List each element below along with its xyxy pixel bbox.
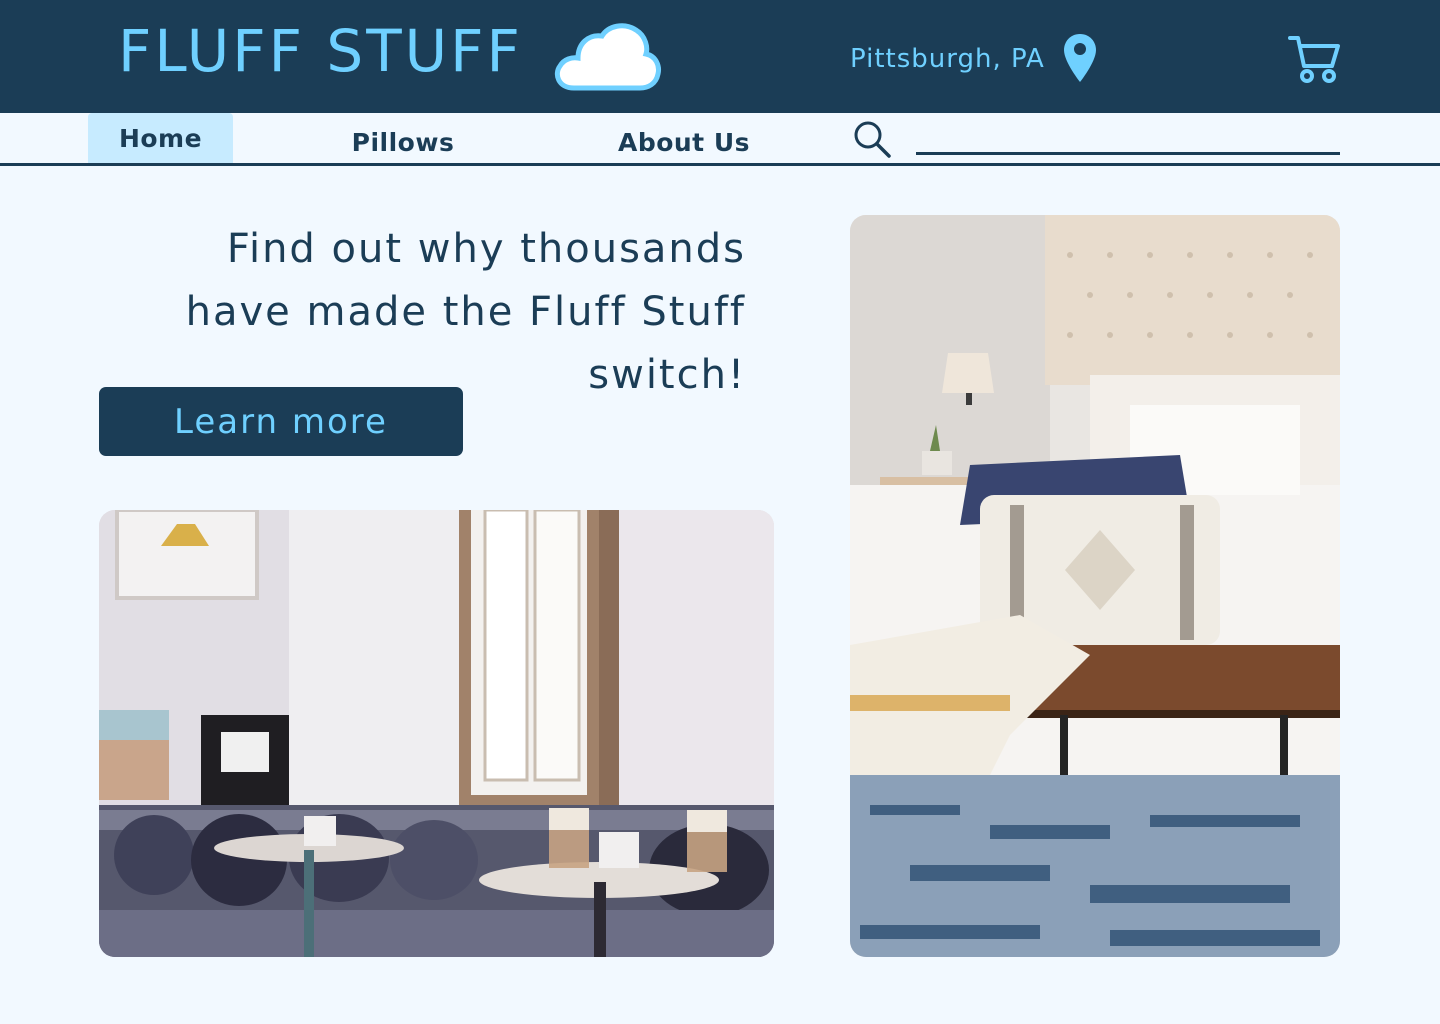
nav-tab-about-us[interactable]: About Us <box>600 117 768 167</box>
search-icon[interactable] <box>852 119 892 159</box>
top-header: FLUFF STUFF Pittsburgh, PA <box>0 0 1440 113</box>
location-label: Pittsburgh, PA <box>850 44 1045 74</box>
nav-tab-home[interactable]: Home <box>88 113 233 163</box>
cart-icon[interactable] <box>1286 32 1342 84</box>
cloud-icon <box>554 23 661 91</box>
nav-tab-pillows[interactable]: Pillows <box>330 117 476 167</box>
bedroom-photo <box>850 215 1340 957</box>
living-room-photo <box>99 510 774 957</box>
location-pin-icon[interactable] <box>1062 32 1098 84</box>
search-input[interactable] <box>916 121 1340 155</box>
learn-more-button[interactable]: Learn more <box>99 387 463 456</box>
brand-logo-text[interactable]: FLUFF STUFF <box>118 22 523 80</box>
hero-headline: Find out why thousands have made the Flu… <box>185 226 746 398</box>
